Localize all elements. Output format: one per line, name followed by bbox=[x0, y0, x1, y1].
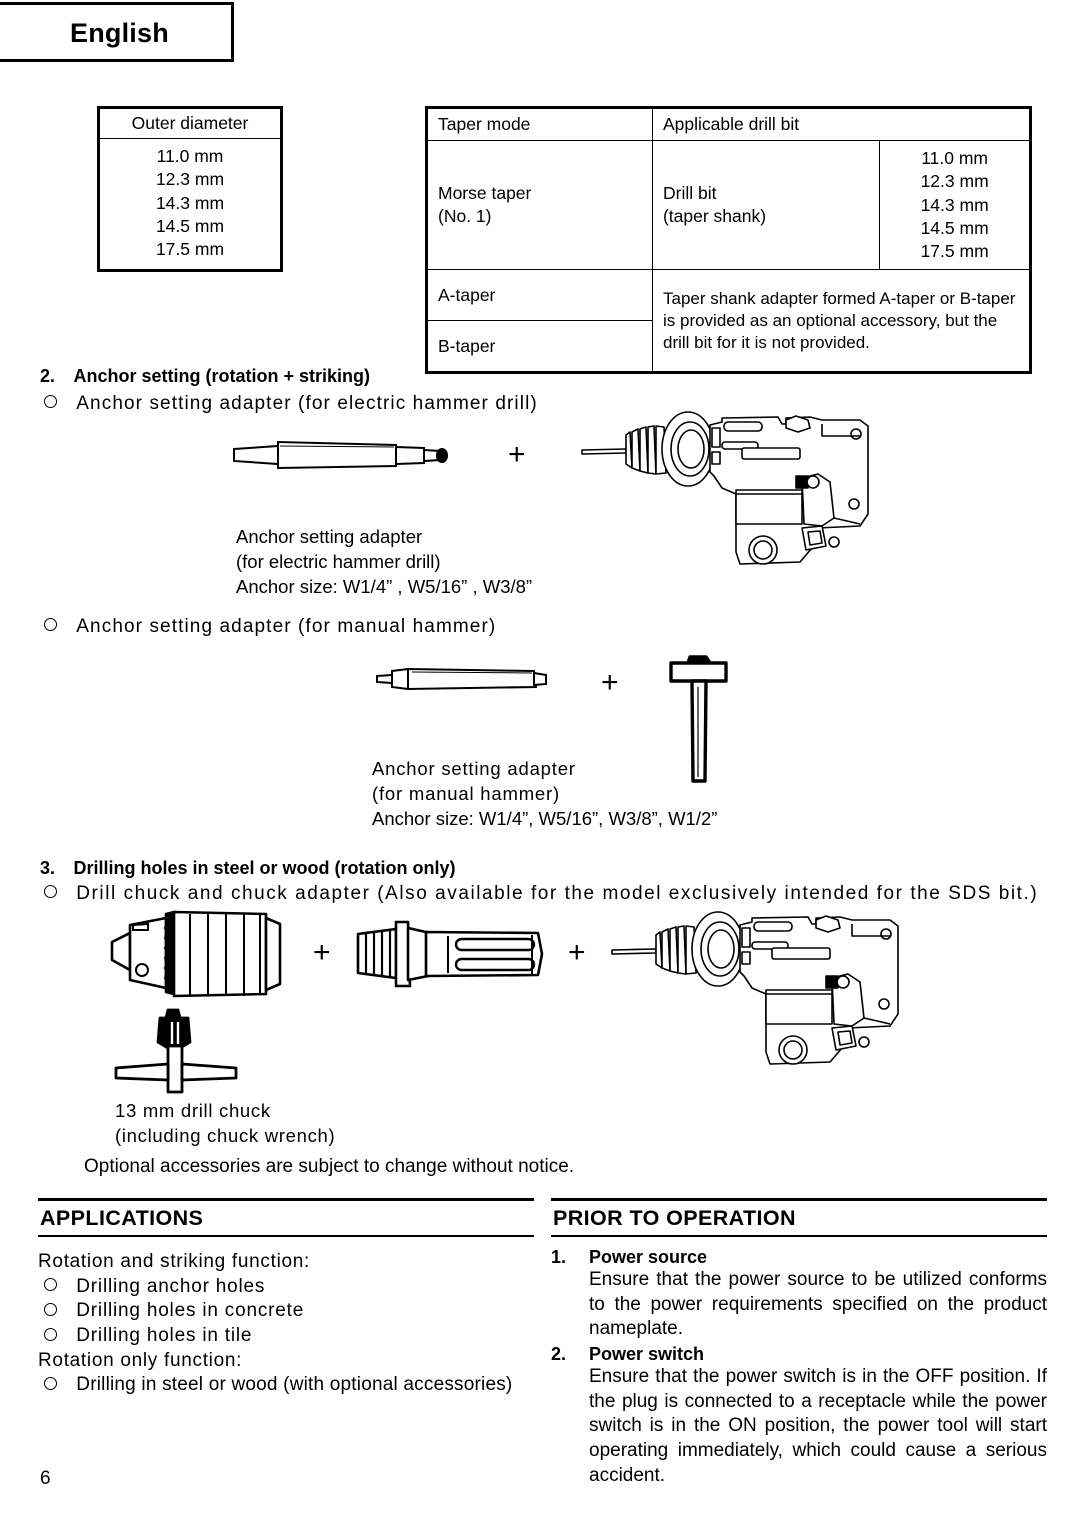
prior-to-operation-heading: PRIOR TO OPERATION bbox=[553, 1206, 796, 1230]
bit-size: 12.3 mm bbox=[920, 171, 989, 192]
section-2-title: Anchor setting (rotation + striking) bbox=[73, 366, 370, 386]
caption-line: Anchor setting adapter bbox=[372, 758, 576, 779]
caption-line: 13 mm drill chuck bbox=[115, 1100, 271, 1121]
applications-group-1-label: Rotation and striking function: bbox=[38, 1251, 311, 1272]
applications-group-2-label: Rotation only function: bbox=[38, 1349, 243, 1371]
table-row-morse-taper: Morse taper (No. 1) Drill bit (taper sha… bbox=[426, 140, 1031, 271]
plus-sign-2: + bbox=[601, 666, 619, 699]
chuck-wrench-illustration bbox=[112, 1008, 272, 1100]
diameter-value: 12.3 mm bbox=[155, 169, 225, 190]
circle-bullet-icon bbox=[44, 1302, 57, 1316]
application-item-label: Drilling anchor holes bbox=[76, 1275, 266, 1297]
prior-item-2-title: Power switch bbox=[589, 1344, 705, 1365]
taper-adapter-note: Taper shank adapter formed A-taper or B-… bbox=[651, 269, 1032, 374]
a-taper-mode: A-taper bbox=[426, 269, 653, 322]
section-3-title: Drilling holes in steel or wood (rotatio… bbox=[73, 858, 456, 878]
diameter-value: 17.5 mm bbox=[155, 239, 225, 260]
caption-line: Anchor setting adapter bbox=[236, 526, 423, 547]
table-row-header: Outer diameter bbox=[98, 106, 282, 140]
applicable-drill-bit-header: Applicable drill bit bbox=[651, 106, 1032, 142]
section-3-number: 3. bbox=[40, 858, 56, 878]
hammer-drill-illustration bbox=[572, 402, 912, 598]
hammer-drill-illustration bbox=[602, 902, 942, 1098]
manual-anchor-adapter-illustration bbox=[374, 663, 554, 695]
list-item: Drilling holes in tile bbox=[44, 1324, 534, 1349]
optional-accessories-notice: Optional accessories are subject to chan… bbox=[84, 1156, 575, 1177]
list-item: Drilling anchor holes bbox=[44, 1275, 534, 1300]
bit-size: 14.3 mm bbox=[920, 194, 989, 215]
section-2-heading: 2. Anchor setting (rotation + striking) bbox=[40, 366, 370, 387]
circle-bullet-icon bbox=[44, 1376, 57, 1390]
divider-bottom bbox=[38, 1235, 534, 1237]
bit-size: 17.5 mm bbox=[920, 241, 989, 262]
section-2-item-1: Anchor setting adapter (for electric ham… bbox=[44, 392, 538, 417]
caption-line: Anchor size: W1/4”, W5/16”, W3/8”, W1/2” bbox=[372, 807, 718, 829]
page-number: 6 bbox=[40, 1468, 51, 1489]
plus-sign-3: + bbox=[313, 936, 331, 969]
table-row-a-taper: A-taper Taper shank adapter formed A-tap… bbox=[426, 269, 1032, 374]
section-3-heading: 3. Drilling holes in steel or wood (rota… bbox=[40, 858, 455, 879]
section-2-item-1-label: Anchor setting adapter (for electric ham… bbox=[76, 393, 538, 414]
application-item-label: Drilling holes in concrete bbox=[76, 1300, 305, 1322]
list-item: Drilling in steel or wood (with optional… bbox=[44, 1373, 534, 1398]
table-row-header: Taper mode Applicable drill bit bbox=[426, 106, 1032, 142]
prior-item-2-number: 2. bbox=[551, 1344, 567, 1365]
prior-item-1-number: 1. bbox=[551, 1247, 567, 1267]
section-3-item-1-label: Drill chuck and chuck adapter (Also avai… bbox=[76, 883, 1039, 904]
outer-diameter-header: Outer diameter bbox=[98, 106, 282, 140]
table-row: 11.0 mm 12.3 mm 14.3 mm 14.5 mm 17.5 mm bbox=[98, 138, 282, 272]
outer-diameter-values: 11.0 mm 12.3 mm 14.3 mm 14.5 mm 17.5 mm bbox=[98, 138, 282, 272]
diameter-value: 14.3 mm bbox=[155, 192, 225, 213]
applications-section: APPLICATIONS Rotation and striking funct… bbox=[38, 1198, 534, 1398]
taper-mode-table: Taper mode Applicable drill bit Morse ta… bbox=[425, 106, 1032, 375]
prior-item-1: 1. Power source Ensure that the power so… bbox=[551, 1247, 1047, 1342]
caption-line: (for manual hammer) bbox=[372, 782, 560, 804]
plus-sign-4: + bbox=[568, 936, 586, 969]
bit-size: 14.5 mm bbox=[920, 217, 989, 238]
section-3-caption: 13 mm drill chuck (including chuck wrenc… bbox=[115, 1099, 335, 1149]
drill-chuck-illustration bbox=[108, 908, 298, 1000]
bit-size: 11.0 mm bbox=[921, 148, 988, 169]
application-item-label: Drilling holes in tile bbox=[76, 1325, 253, 1347]
diameter-value: 14.5 mm bbox=[155, 215, 225, 236]
divider-bottom bbox=[551, 1235, 1047, 1237]
applications-heading: APPLICATIONS bbox=[40, 1206, 204, 1230]
morse-taper-bit: Drill bit (taper shank) bbox=[651, 140, 881, 271]
circle-bullet-icon bbox=[44, 885, 57, 899]
list-item: Drilling holes in concrete bbox=[44, 1299, 534, 1324]
circle-bullet-icon bbox=[44, 395, 57, 409]
prior-item-1-body: Ensure that the power source to be utili… bbox=[589, 1269, 1047, 1340]
prior-item-2-body: Ensure that the power switch is in the O… bbox=[589, 1366, 1047, 1486]
circle-bullet-icon bbox=[44, 1278, 57, 1292]
anchor-setting-adapter-illustration bbox=[228, 434, 458, 476]
section-2-item-2: Anchor setting adapter (for manual hamme… bbox=[44, 615, 496, 640]
section-2-item-2-label: Anchor setting adapter (for manual hamme… bbox=[76, 616, 497, 637]
caption-line: Anchor size: W1/4” , W5/16” , W3/8” bbox=[236, 575, 533, 597]
section-2-number: 2. bbox=[40, 366, 56, 386]
prior-to-operation-section: PRIOR TO OPERATION 1. Power source Ensur… bbox=[551, 1198, 1047, 1489]
circle-bullet-icon bbox=[44, 1327, 57, 1341]
circle-bullet-icon bbox=[44, 618, 57, 632]
diameter-value: 11.0 mm bbox=[156, 146, 224, 167]
prior-item-1-title: Power source bbox=[589, 1247, 708, 1267]
caption-line: (for electric hammer drill) bbox=[236, 550, 441, 572]
morse-taper-mode: Morse taper (No. 1) bbox=[426, 140, 653, 271]
section-2-caption-1: Anchor setting adapter (for electric ham… bbox=[236, 525, 532, 599]
plus-sign-1: + bbox=[508, 438, 526, 471]
section-2-caption-2: Anchor setting adapter (for manual hamme… bbox=[372, 757, 717, 831]
outer-diameter-table: Outer diameter 11.0 mm 12.3 mm 14.3 mm 1… bbox=[97, 106, 283, 273]
taper-mode-header: Taper mode bbox=[426, 106, 653, 142]
sds-chuck-adapter-illustration bbox=[352, 918, 552, 998]
application-item-label: Drilling in steel or wood (with optional… bbox=[76, 1374, 513, 1396]
prior-item-2: 2. Power switch Ensure that the power sw… bbox=[551, 1344, 1047, 1488]
caption-line: (including chuck wrench) bbox=[115, 1124, 336, 1146]
morse-taper-sizes: 11.0 mm 12.3 mm 14.3 mm 14.5 mm 17.5 mm bbox=[879, 140, 1031, 271]
b-taper-mode: B-taper bbox=[426, 320, 653, 374]
language-label: English bbox=[70, 18, 169, 48]
